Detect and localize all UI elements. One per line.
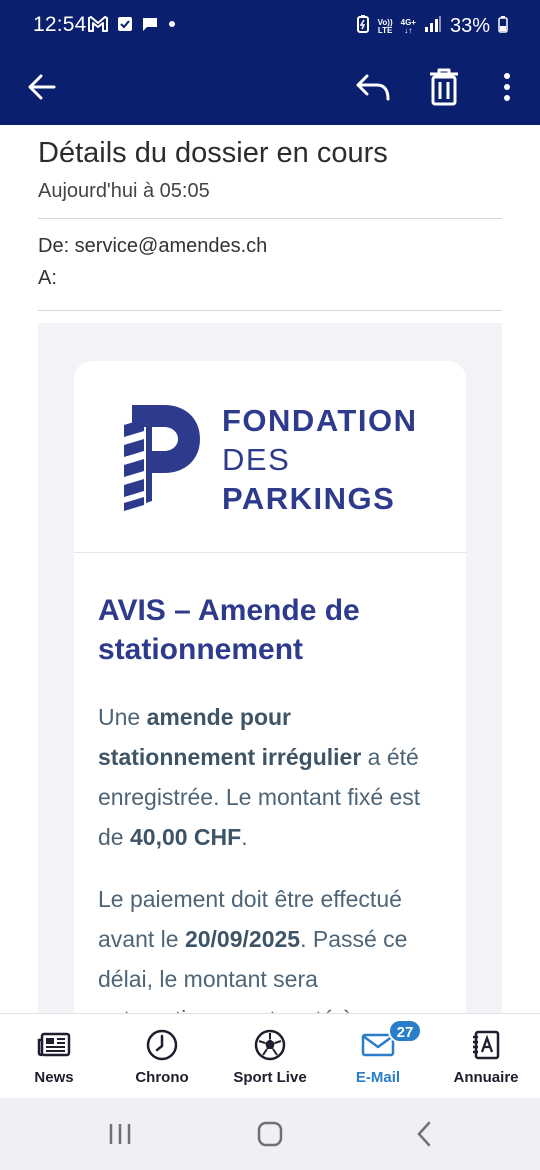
- tab-label: News: [34, 1069, 74, 1086]
- logo-line-3: PARKINGS: [222, 481, 396, 516]
- more-options-button[interactable]: [494, 62, 520, 112]
- home-button[interactable]: [250, 1116, 290, 1152]
- newspaper-icon: [34, 1028, 74, 1062]
- back-button[interactable]: [22, 62, 62, 112]
- battery-level: 33%: [449, 15, 490, 37]
- notice-paragraph-2: Le paiement doit être effectué avant le …: [98, 886, 408, 1023]
- battery-icon: [498, 15, 508, 38]
- logo-area: FONDATION DES PARKINGS: [74, 361, 466, 553]
- home-icon: [257, 1121, 283, 1147]
- trash-icon: [430, 68, 458, 106]
- battery-saver-icon: [356, 14, 370, 39]
- recent-apps-button[interactable]: [100, 1116, 140, 1152]
- notice-paragraph-1: Une amende pour stationnement irrégulier…: [98, 704, 421, 850]
- notice-card: FONDATION DES PARKINGS AVIS – Amende de …: [74, 361, 466, 1023]
- message-icon: [142, 16, 158, 37]
- notice-title: AVIS – Amende de stationnement: [98, 594, 360, 666]
- reply-icon: [356, 74, 390, 101]
- email-unread-badge: 27: [388, 1019, 422, 1043]
- bottom-tab-bar: News Chrono Sport Live E-Mail Annuaire: [0, 1013, 540, 1098]
- checkbox-icon: [117, 16, 133, 37]
- delete-button[interactable]: [424, 62, 464, 112]
- tab-label: Annuaire: [453, 1069, 519, 1086]
- email-to: A:: [38, 267, 57, 289]
- top-bar: 12:54 Vo)) LTE 4G+ ↓↑ 33%: [0, 0, 540, 125]
- logo-line-1: FONDATION: [222, 403, 418, 438]
- tab-annuaire[interactable]: Annuaire: [432, 1014, 540, 1099]
- logo-wordmark: FONDATION DES PARKINGS: [222, 401, 417, 518]
- email-body[interactable]: FONDATION DES PARKINGS AVIS – Amende de …: [38, 323, 502, 1023]
- status-time: 12:54: [33, 13, 87, 36]
- dot-icon: [167, 16, 177, 37]
- tab-sport-live[interactable]: Sport Live: [216, 1014, 324, 1099]
- signal-icon: [424, 15, 442, 38]
- tab-news[interactable]: News: [0, 1014, 108, 1099]
- 4g-plus-icon: 4G+ ↓↑: [400, 17, 416, 35]
- more-vert-icon: [504, 73, 510, 101]
- email-date: Aujourd'hui à 05:05: [38, 180, 210, 202]
- soccer-ball-icon: [250, 1028, 290, 1062]
- divider: [38, 218, 502, 219]
- tab-label: Sport Live: [233, 1069, 307, 1086]
- clock-icon: [142, 1028, 182, 1062]
- email-from[interactable]: De: service@amendes.ch: [38, 235, 267, 258]
- fondation-des-parkings-logo-icon: [120, 401, 204, 518]
- system-navigation-bar: [0, 1098, 540, 1170]
- reply-button[interactable]: [350, 62, 396, 112]
- app-bar: [0, 52, 540, 125]
- chevron-left-icon: [417, 1121, 431, 1147]
- system-back-button[interactable]: [404, 1116, 444, 1152]
- status-bar: 12:54 Vo)) LTE 4G+ ↓↑ 33%: [0, 0, 540, 52]
- tab-chrono[interactable]: Chrono: [108, 1014, 216, 1099]
- arrow-left-icon: [28, 74, 56, 100]
- address-book-icon: [466, 1028, 506, 1062]
- tab-label: Chrono: [135, 1069, 189, 1086]
- recent-apps-icon: [109, 1124, 131, 1144]
- divider: [38, 310, 502, 311]
- volte-icon: Vo)) LTE: [377, 17, 393, 35]
- notification-icons: [88, 16, 177, 37]
- logo-line-2: DES: [222, 442, 291, 477]
- email-subject: Détails du dossier en cours: [38, 137, 388, 169]
- gmail-icon: [88, 16, 108, 37]
- system-icons: Vo)) LTE 4G+ ↓↑ 33%: [356, 14, 508, 39]
- tab-label: E-Mail: [355, 1069, 401, 1086]
